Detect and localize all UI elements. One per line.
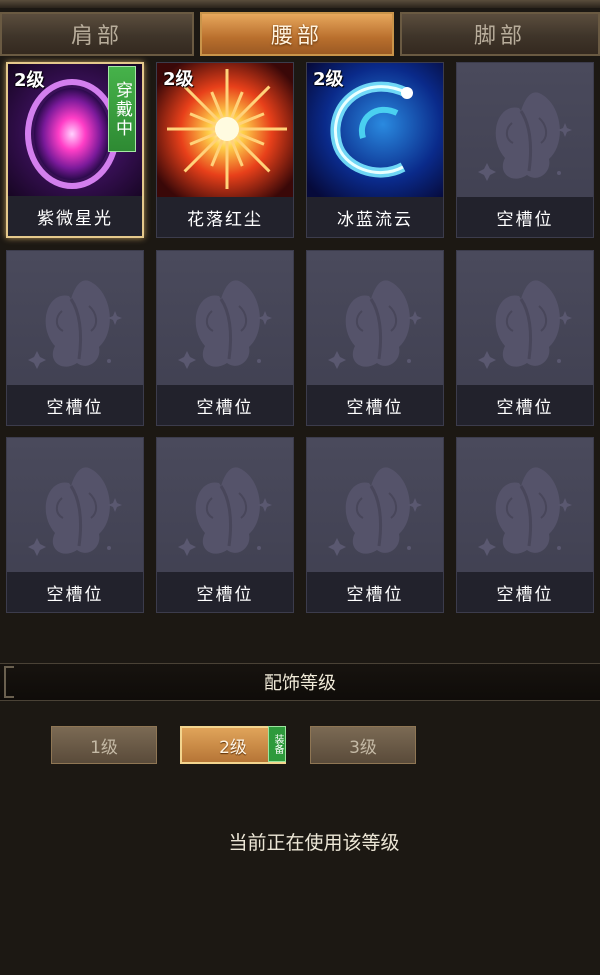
accessory-slot[interactable]: 2级 穿戴中紫微星光	[6, 62, 144, 238]
level-1-button[interactable]: 1级	[51, 726, 157, 764]
slot-name-label: 空槽位	[307, 385, 443, 425]
butterfly-icon	[457, 438, 593, 574]
accessory-slot[interactable]: 2级冰蓝流云	[306, 62, 444, 238]
butterfly-icon	[457, 251, 593, 387]
empty-slot[interactable]: 空槽位	[456, 62, 594, 238]
slot-name-label: 空槽位	[7, 385, 143, 425]
accessory-level-title: 配饰等级	[264, 673, 336, 694]
empty-slot[interactable]: 空槽位	[156, 250, 294, 426]
accessory-slot[interactable]: 2级花落红尘	[156, 62, 294, 238]
butterfly-icon	[307, 251, 443, 387]
tab-feet[interactable]: 脚部	[400, 12, 600, 56]
slot-name-label: 空槽位	[157, 385, 293, 425]
slot-name-label: 空槽位	[7, 572, 143, 612]
slot-name-label: 空槽位	[457, 572, 593, 612]
butterfly-icon	[307, 438, 443, 574]
header-ornament-icon	[4, 666, 14, 698]
empty-slot[interactable]: 空槽位	[156, 437, 294, 613]
level-status-text: 当前正在使用该等级	[228, 832, 400, 854]
slot-name-label: 空槽位	[457, 385, 593, 425]
equipped-level-tag: 装备	[268, 726, 286, 762]
empty-slot[interactable]: 空槽位	[456, 250, 594, 426]
empty-slot[interactable]: 空槽位	[6, 437, 144, 613]
tab-waist[interactable]: 腰部	[200, 12, 394, 56]
slot-name-label: 冰蓝流云	[307, 197, 443, 237]
slot-name-label: 花落红尘	[157, 197, 293, 237]
slot-level-label: 2级	[313, 69, 344, 90]
slot-level-label: 2级	[163, 69, 194, 90]
butterfly-icon	[457, 63, 593, 199]
accessory-level-header: 配饰等级	[0, 663, 600, 701]
level-3-button[interactable]: 3级	[310, 726, 416, 764]
butterfly-icon	[157, 251, 293, 387]
empty-slot[interactable]: 空槽位	[306, 250, 444, 426]
tab-shoulder[interactable]: 肩部	[0, 12, 194, 56]
empty-slot[interactable]: 空槽位	[306, 437, 444, 613]
slot-name-label: 紫微星光	[8, 196, 142, 236]
top-frame-border	[0, 0, 600, 8]
body-part-tabs: 肩部 腰部 脚部	[0, 12, 600, 58]
wearing-badge: 穿戴中	[108, 66, 136, 152]
butterfly-icon	[7, 251, 143, 387]
butterfly-icon	[7, 438, 143, 574]
slot-level-label: 2级	[14, 70, 45, 91]
butterfly-icon	[157, 438, 293, 574]
empty-slot[interactable]: 空槽位	[456, 437, 594, 613]
slot-name-label: 空槽位	[157, 572, 293, 612]
slot-name-label: 空槽位	[307, 572, 443, 612]
empty-slot[interactable]: 空槽位	[6, 250, 144, 426]
slot-name-label: 空槽位	[457, 197, 593, 237]
